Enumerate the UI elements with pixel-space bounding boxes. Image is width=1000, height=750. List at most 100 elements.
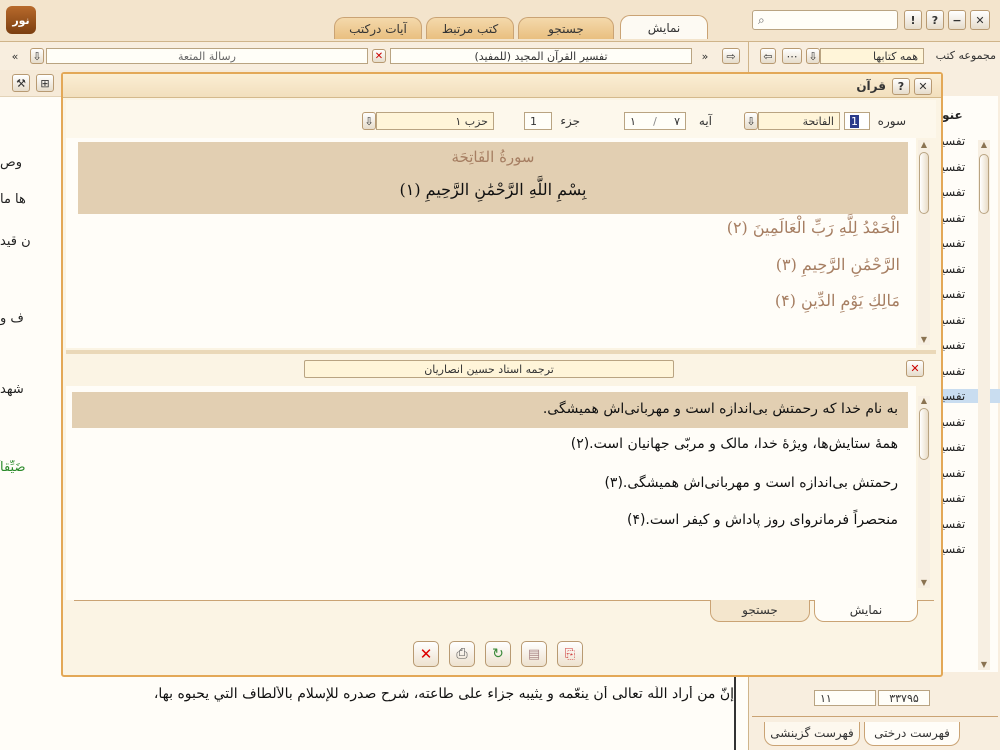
search-input[interactable]: ⌕: [752, 10, 898, 30]
scroll-down-icon[interactable]: ▼: [979, 660, 989, 670]
close-icon: ✕: [419, 645, 433, 663]
scroll-up-icon[interactable]: ▲: [919, 140, 929, 150]
list-item[interactable]: تفسيـ: [938, 466, 1000, 480]
bg-text-line: ن قيد: [0, 234, 31, 249]
list-item[interactable]: تفسيـ: [938, 236, 1000, 250]
search-icon: ⌕: [758, 12, 765, 27]
bg-text-line: ها ما: [0, 192, 26, 207]
left-book-field[interactable]: رسالة المتعة: [46, 48, 368, 64]
verse-line: الْحَمْدُ لِلَّهِ رَبِّ الْعَالَمِينَ (۲…: [726, 218, 900, 237]
page-field-left[interactable]: ۳۳۷۹۵: [878, 690, 930, 706]
tab-search[interactable]: جستجو: [518, 17, 614, 39]
list-item[interactable]: تفسيـ: [938, 415, 1000, 429]
right-book-field[interactable]: تفسير القرآن المجيد (للمفيد): [390, 48, 692, 64]
hizb-select[interactable]: حزب ۱: [376, 112, 494, 130]
copy-button[interactable]: ▤: [521, 641, 547, 667]
refresh-button[interactable]: ↻: [485, 641, 511, 667]
translation-close-button[interactable]: ✕: [906, 360, 924, 377]
tab-selected-list[interactable]: فهرست گزینشی: [764, 722, 860, 746]
bg-text-line: ضَيِّقاً: [0, 460, 26, 475]
page-field-right[interactable]: ۱۱: [814, 690, 876, 706]
list-item[interactable]: تفسيـ: [938, 338, 1000, 352]
dialog-close-button[interactable]: ✕: [914, 78, 932, 95]
translation-scrollbar[interactable]: ▲ ▼: [918, 396, 930, 588]
back-arrow-icon[interactable]: ⇦: [760, 48, 776, 64]
list-item[interactable]: تفسيـ: [938, 211, 1000, 225]
bg-text-line: وص: [0, 155, 22, 170]
close-button[interactable]: ✕: [970, 10, 990, 30]
dialog-title: قرآن: [856, 79, 886, 93]
sura-number: 1: [850, 114, 859, 128]
help-button[interactable]: ?: [926, 10, 944, 30]
sura-label: سوره: [877, 114, 906, 128]
list-item[interactable]: تفسيـ: [938, 160, 1000, 174]
hizb-dropdown-icon[interactable]: ⇩: [362, 112, 376, 130]
dialog-tab-view[interactable]: نمایش: [814, 600, 918, 622]
aya-label: آیه: [698, 114, 712, 128]
print-button[interactable]: ⎙: [449, 641, 475, 667]
list-item[interactable]: تفسيـ: [938, 313, 1000, 327]
aya-to: ۷: [674, 114, 680, 128]
right-list-scrollbar[interactable]: ▲ ▼: [978, 140, 990, 670]
dropdown-arrow-icon[interactable]: ⇩: [30, 48, 44, 64]
info-button[interactable]: !: [904, 10, 922, 30]
list-item[interactable]: تفسيـ: [938, 440, 1000, 454]
verse-basmala: بِسْمِ اللَّهِ الرَّحْمَٰنِ الرَّحِيمِ (…: [399, 180, 587, 199]
sura-select[interactable]: الفاتحة: [758, 112, 840, 130]
scroll-thumb[interactable]: [919, 152, 929, 214]
expand-icon[interactable]: ⊞: [36, 74, 54, 92]
translation-line: همهٔ ستایش‌ها، ویژهٔ خدا، مالک و مربّی ج…: [570, 436, 898, 452]
bg-text-line: شهد: [0, 382, 24, 397]
verse-line: مَالِكِ يَوْمِ الدِّينِ (۴): [774, 291, 900, 310]
refresh-icon: ↻: [492, 646, 504, 662]
list-item[interactable]: تفسيـ: [938, 364, 1000, 378]
wrench-icon[interactable]: ⚒: [12, 74, 30, 92]
list-item[interactable]: تفسيـ: [938, 491, 1000, 505]
scroll-thumb[interactable]: [919, 408, 929, 460]
sura-heading: سورةُ الفَاتِحَة: [451, 148, 535, 166]
next-arrow-icon[interactable]: »: [698, 48, 712, 64]
translation-line: به نام خدا که رحمتش بی‌اندازه است و مهرب…: [542, 401, 898, 417]
tab-tree-list[interactable]: فهرست درختی: [864, 722, 960, 746]
splitter[interactable]: [66, 350, 936, 354]
sura-number-input[interactable]: 1: [844, 112, 870, 130]
tab-view[interactable]: نمایش: [620, 15, 708, 39]
collection-dropdown-icon[interactable]: ⇩: [806, 48, 820, 64]
printer-icon: ⎙: [456, 646, 468, 662]
scroll-down-icon[interactable]: ▼: [919, 578, 929, 588]
export-button[interactable]: ⎘: [557, 641, 583, 667]
scroll-up-icon[interactable]: ▲: [979, 140, 989, 150]
app-logo[interactable]: نور: [6, 6, 36, 34]
tab-related-books[interactable]: کتب مرتبط: [426, 17, 514, 39]
list-item[interactable]: تفسيـ: [938, 389, 1000, 403]
dialog-help-button[interactable]: ?: [892, 78, 910, 95]
scroll-thumb[interactable]: [979, 154, 989, 214]
prev-arrow-icon[interactable]: «: [8, 48, 22, 64]
scroll-up-icon[interactable]: ▲: [919, 396, 929, 406]
translator-select[interactable]: ترجمه استاد حسین انصاریان: [304, 360, 674, 378]
aya-range-input[interactable]: ۱ / ۷: [624, 112, 686, 130]
document-icon: ▤: [527, 646, 541, 662]
collection-label: مجموعه کتب: [935, 49, 996, 62]
list-item[interactable]: تفسيـ: [938, 287, 1000, 301]
list-item[interactable]: تفسيـ: [938, 134, 1000, 148]
list-item[interactable]: تفسيـ: [938, 517, 1000, 531]
juz-input[interactable]: 1: [524, 112, 552, 130]
translation-line: رحمتش بی‌اندازه است و مهربانی‌اش همیشگی.…: [604, 475, 898, 491]
more-button[interactable]: ⋯: [782, 48, 802, 64]
list-item[interactable]: تفسيـ: [938, 262, 1000, 276]
export-icon: ⎘: [564, 646, 576, 662]
list-item[interactable]: تفسيـ: [938, 185, 1000, 199]
verse-scrollbar[interactable]: ▲ ▼: [918, 140, 930, 345]
tab-verses-in-books[interactable]: آیات درکتب: [334, 17, 422, 39]
sura-dropdown-icon[interactable]: ⇩: [744, 112, 758, 130]
close-book-button[interactable]: ✕: [372, 49, 386, 63]
scroll-down-icon[interactable]: ▼: [919, 335, 929, 345]
forward-icon[interactable]: ⇨: [722, 48, 740, 64]
minimize-button[interactable]: −: [948, 10, 966, 30]
collection-select[interactable]: همه کتابها: [820, 48, 924, 64]
delete-button[interactable]: ✕: [413, 641, 439, 667]
dialog-tab-search[interactable]: جستجو: [710, 600, 810, 622]
aya-separator-icon: /: [653, 114, 657, 128]
list-item[interactable]: تفسيـ: [938, 542, 1000, 556]
